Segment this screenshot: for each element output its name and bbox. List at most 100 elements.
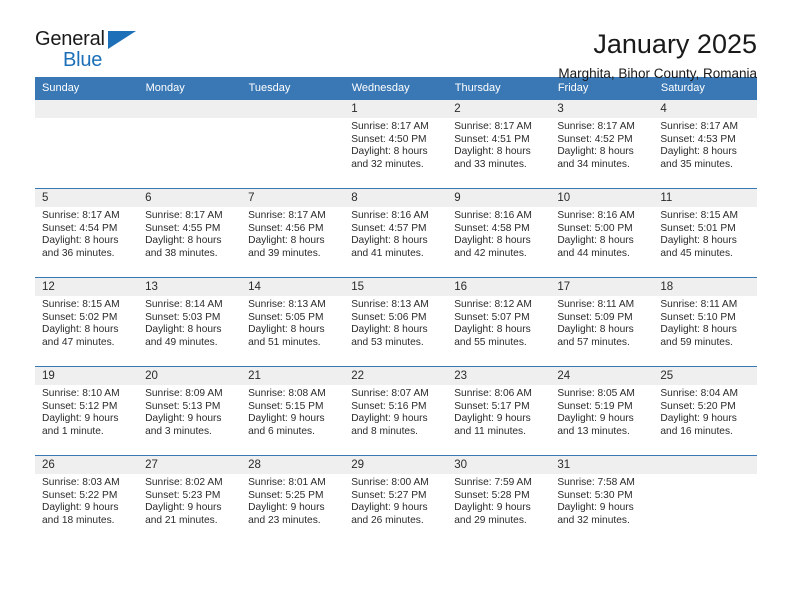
calendar-day-cell[interactable]: 26 Sunrise: 8:03 AM Sunset: 5:22 PM Dayligh… [35, 455, 139, 544]
calendar-day-cell[interactable]: 10 Sunrise: 8:16 AM Sunset: 5:00 PM Dayligh… [550, 188, 654, 278]
calendar-day-cell[interactable]: 7 Sunrise: 8:17 AM Sunset: 4:56 PM Daylight… [241, 188, 345, 278]
day-cell-inner: 10 Sunrise: 8:16 AM Sunset: 5:00 PM Dayligh… [550, 189, 654, 277]
sunrise-time: Sunrise: 7:59 AM [454, 477, 532, 488]
calendar-day-cell[interactable]: 2 Sunrise: 8:17 AM Sunset: 4:51 PM Daylight… [447, 99, 551, 189]
calendar-day-cell[interactable]: 11 Sunrise: 8:15 AM Sunset: 5:01 PM Dayligh… [653, 188, 757, 278]
daylight-minutes: and 29 minutes. [454, 514, 527, 526]
calendar-day-cell[interactable]: 9 Sunrise: 8:16 AM Sunset: 4:58 PM Daylight… [447, 188, 551, 278]
calendar-day-cell[interactable]: 23 Sunrise: 8:06 AM Sunset: 5:17 PM Dayligh… [447, 366, 551, 456]
calendar-day-cell[interactable]: 8 Sunrise: 8:16 AM Sunset: 4:57 PM Daylight… [344, 188, 448, 278]
day-details: Sunrise: 8:16 AM Sunset: 4:57 PM Daylight:… [344, 207, 447, 260]
weekday-header-monday: Monday [138, 77, 242, 100]
sunrise-time: Sunrise: 8:03 AM [42, 477, 120, 488]
calendar-day-cell[interactable]: 6 Sunrise: 8:17 AM Sunset: 4:55 PM Daylight… [138, 188, 242, 278]
calendar-day-cell[interactable]: 21 Sunrise: 8:08 AM Sunset: 5:15 PM Dayligh… [241, 366, 345, 456]
calendar-day-cell[interactable]: 5 Sunrise: 8:17 AM Sunset: 4:54 PM Daylight… [35, 188, 139, 278]
calendar-day-cell[interactable]: 16 Sunrise: 8:12 AM Sunset: 5:07 PM Dayligh… [447, 277, 551, 367]
sunset-time: Sunset: 4:54 PM [42, 222, 118, 234]
sunset-time: Sunset: 5:01 PM [660, 222, 736, 234]
daylight-minutes: and 49 minutes. [145, 336, 218, 348]
daylight-minutes: and 44 minutes. [557, 247, 630, 259]
calendar-day-cell[interactable]: 13 Sunrise: 8:14 AM Sunset: 5:03 PM Dayligh… [138, 277, 242, 367]
calendar-day-cell[interactable]: 12 Sunrise: 8:15 AM Sunset: 5:02 PM Dayligh… [35, 277, 139, 367]
sunset-time: Sunset: 5:00 PM [557, 222, 633, 234]
calendar-day-cell[interactable]: 24 Sunrise: 8:05 AM Sunset: 5:19 PM Dayligh… [550, 366, 654, 456]
day-cell-inner: 27 Sunrise: 8:02 AM Sunset: 5:23 PM Dayligh… [138, 456, 242, 544]
daylight-minutes: and 35 minutes. [660, 158, 733, 170]
sunset-time: Sunset: 5:28 PM [454, 489, 530, 501]
sunrise-time: Sunrise: 8:12 AM [454, 299, 532, 310]
calendar-day-cell[interactable]: 25 Sunrise: 8:04 AM Sunset: 5:20 PM Dayligh… [653, 366, 757, 456]
calendar-day-cell[interactable]: 20 Sunrise: 8:09 AM Sunset: 5:13 PM Dayligh… [138, 366, 242, 456]
day-number: 20 [138, 367, 242, 385]
calendar-day-cell[interactable]: 19 Sunrise: 8:10 AM Sunset: 5:12 PM Dayligh… [35, 366, 139, 456]
sunset-time: Sunset: 5:13 PM [145, 400, 221, 412]
sunset-time: Sunset: 5:15 PM [248, 400, 324, 412]
daylight-hours: Daylight: 8 hours [248, 324, 325, 336]
daylight-hours: Daylight: 9 hours [248, 502, 325, 514]
day-details: Sunrise: 8:10 AM Sunset: 5:12 PM Daylight:… [35, 385, 138, 438]
daylight-minutes: and 39 minutes. [248, 247, 321, 259]
daylight-hours: Daylight: 8 hours [145, 324, 222, 336]
day-number: 14 [241, 278, 345, 296]
daylight-minutes: and 11 minutes. [454, 425, 526, 437]
daylight-minutes: and 26 minutes. [351, 514, 424, 526]
sunrise-time: Sunrise: 8:01 AM [248, 477, 326, 488]
calendar-day-cell[interactable]: 3 Sunrise: 8:17 AM Sunset: 4:52 PM Daylight… [550, 99, 654, 189]
daylight-hours: Daylight: 8 hours [145, 235, 222, 247]
calendar-day-cell[interactable]: 27 Sunrise: 8:02 AM Sunset: 5:23 PM Dayligh… [138, 455, 242, 544]
weekday-header-sunday: Sunday [35, 77, 139, 100]
calendar-day-cell[interactable]: 18 Sunrise: 8:11 AM Sunset: 5:10 PM Dayligh… [653, 277, 757, 367]
day-cell-inner: 11 Sunrise: 8:15 AM Sunset: 5:01 PM Dayligh… [653, 189, 757, 277]
day-number: 7 [241, 189, 345, 207]
general-blue-logo[interactable]: General Blue [35, 28, 147, 74]
calendar-day-cell[interactable]: 4 Sunrise: 8:17 AM Sunset: 4:53 PM Daylight… [653, 99, 757, 189]
calendar-day-cell[interactable]: 1 Sunrise: 8:17 AM Sunset: 4:50 PM Daylight… [344, 99, 448, 189]
day-details: Sunrise: 8:04 AM Sunset: 5:20 PM Daylight:… [653, 385, 756, 438]
sunrise-time: Sunrise: 8:16 AM [557, 210, 635, 221]
calendar-day-cell[interactable]: 17 Sunrise: 8:11 AM Sunset: 5:09 PM Dayligh… [550, 277, 654, 367]
day-cell-inner: 9 Sunrise: 8:16 AM Sunset: 4:58 PM Daylight… [447, 189, 551, 277]
sunrise-time: Sunrise: 7:58 AM [557, 477, 635, 488]
sunset-time: Sunset: 5:19 PM [557, 400, 633, 412]
calendar-day-cell[interactable]: 29 Sunrise: 8:00 AM Sunset: 5:27 PM Dayligh… [344, 455, 448, 544]
daylight-minutes: and 33 minutes. [454, 158, 527, 170]
day-details: Sunrise: 8:03 AM Sunset: 5:22 PM Daylight:… [35, 474, 138, 527]
sunrise-time: Sunrise: 8:17 AM [145, 210, 223, 221]
calendar-day-cell[interactable]: 30 Sunrise: 7:59 AM Sunset: 5:28 PM Dayligh… [447, 455, 551, 544]
daylight-minutes: and 32 minutes. [557, 514, 630, 526]
daylight-minutes: and 34 minutes. [557, 158, 630, 170]
daylight-minutes: and 51 minutes. [248, 336, 321, 348]
daylight-minutes: and 18 minutes. [42, 514, 115, 526]
calendar-day-cell-empty [653, 455, 757, 544]
daylight-hours: Daylight: 8 hours [454, 235, 531, 247]
day-details: Sunrise: 8:15 AM Sunset: 5:02 PM Daylight:… [35, 296, 138, 349]
daylight-minutes: and 47 minutes. [42, 336, 115, 348]
page-subtitle: Marghita, Bihor County, Romania [558, 66, 757, 81]
day-number: 25 [653, 367, 757, 385]
sunrise-time: Sunrise: 8:11 AM [660, 299, 738, 310]
daylight-hours: Daylight: 9 hours [454, 502, 531, 514]
day-number: 6 [138, 189, 242, 207]
calendar-day-cell[interactable]: 28 Sunrise: 8:01 AM Sunset: 5:25 PM Dayligh… [241, 455, 345, 544]
day-details: Sunrise: 7:58 AM Sunset: 5:30 PM Daylight:… [550, 474, 653, 527]
sunrise-time: Sunrise: 8:17 AM [557, 121, 635, 132]
sunrise-time: Sunrise: 8:17 AM [42, 210, 120, 221]
calendar-day-cell[interactable]: 15 Sunrise: 8:13 AM Sunset: 5:06 PM Dayligh… [344, 277, 448, 367]
calendar-week-row: 19 Sunrise: 8:10 AM Sunset: 5:12 PM Dayligh… [35, 366, 757, 456]
calendar-day-cell[interactable]: 14 Sunrise: 8:13 AM Sunset: 5:05 PM Dayligh… [241, 277, 345, 367]
day-cell-inner: 4 Sunrise: 8:17 AM Sunset: 4:53 PM Daylight… [653, 100, 757, 188]
sunrise-time: Sunrise: 8:15 AM [660, 210, 738, 221]
calendar-day-cell[interactable]: 22 Sunrise: 8:07 AM Sunset: 5:16 PM Dayligh… [344, 366, 448, 456]
calendar-day-cell-empty [241, 99, 345, 189]
sunset-time: Sunset: 5:06 PM [351, 311, 427, 323]
day-cell-inner: 22 Sunrise: 8:07 AM Sunset: 5:16 PM Dayligh… [344, 367, 448, 455]
daylight-hours: Daylight: 8 hours [660, 146, 737, 158]
daylight-minutes: and 45 minutes. [660, 247, 733, 259]
day-number: 29 [344, 456, 448, 474]
daylight-minutes: and 13 minutes. [557, 425, 630, 437]
sunset-time: Sunset: 4:55 PM [145, 222, 221, 234]
daylight-hours: Daylight: 8 hours [557, 324, 634, 336]
day-details: Sunrise: 8:17 AM Sunset: 4:52 PM Daylight:… [550, 118, 653, 171]
calendar-day-cell[interactable]: 31 Sunrise: 7:58 AM Sunset: 5:30 PM Dayligh… [550, 455, 654, 544]
